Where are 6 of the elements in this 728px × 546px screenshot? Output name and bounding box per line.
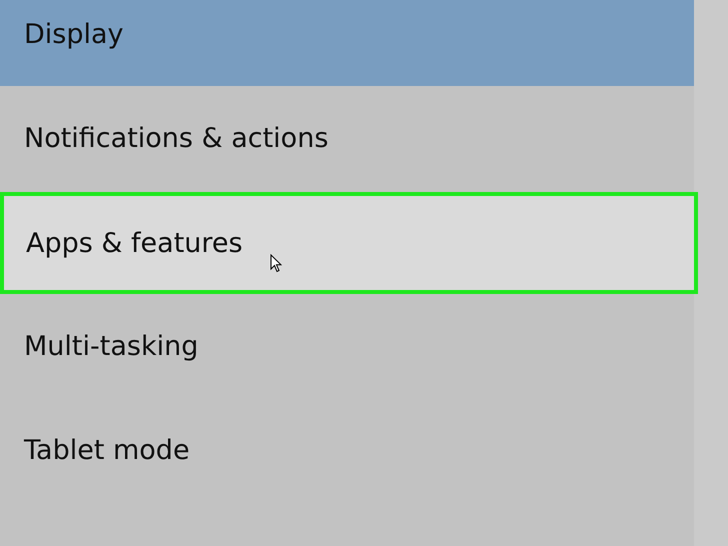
sidebar-item[interactable]: Display (0, 0, 694, 86)
sidebar-item[interactable]: Multi-tasking (0, 294, 694, 398)
sidebar-item[interactable]: Tablet mode (0, 398, 694, 502)
mouse-pointer-icon (270, 254, 282, 273)
sidebar-item[interactable]: Notifications & actions (0, 86, 694, 190)
sidebar-item[interactable]: Apps & features (26, 228, 243, 258)
